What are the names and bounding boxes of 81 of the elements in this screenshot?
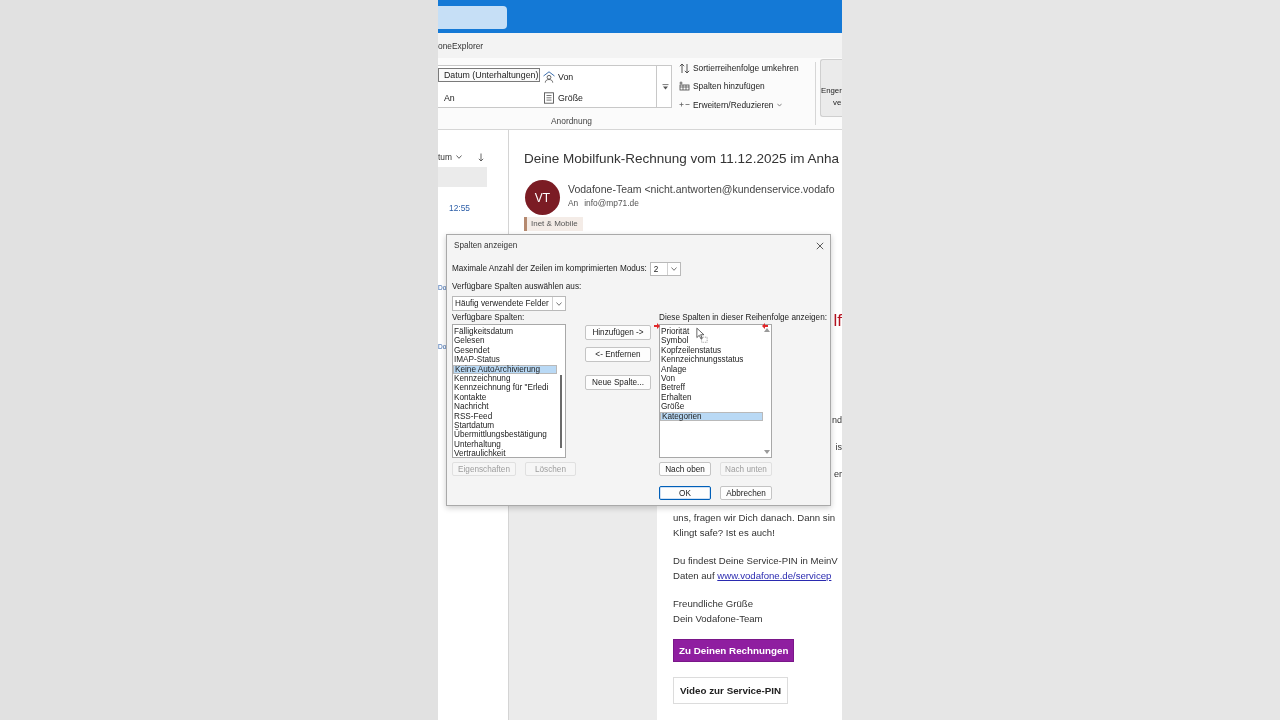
- gallery-item[interactable]: Von: [540, 68, 656, 86]
- list-item[interactable]: RSS-Feed: [453, 411, 557, 421]
- body-text-fragment: er: [834, 468, 842, 481]
- add-column-icon: [679, 81, 690, 92]
- email-action-button[interactable]: Zu Deinen Rechnungen: [673, 639, 795, 662]
- scroll-up-icon[interactable]: [764, 328, 770, 332]
- list-item[interactable]: IMAP-Status: [453, 355, 557, 365]
- list-item[interactable]: Übermittlungsbestätigung: [453, 430, 557, 440]
- dialog-title: Spalten anzeigen: [454, 241, 518, 250]
- ribbon-tab[interactable]: oneExplorer: [438, 40, 484, 51]
- service-pin-link[interactable]: www.vodafone.de/servicep: [717, 569, 832, 581]
- available-columns-label: Verfügbare Spalten:: [452, 313, 525, 323]
- list-item[interactable]: Priorität: [660, 327, 763, 337]
- list-item[interactable]: Kennzeichnung für "Erledi: [453, 383, 557, 393]
- dialog-button[interactable]: Neue Spalte...: [585, 375, 651, 390]
- list-item[interactable]: Größe: [660, 402, 763, 412]
- dialog-button[interactable]: OK: [659, 486, 711, 500]
- body-paragraph: Freundliche Grüße Dein Vodafone-Team: [673, 596, 763, 626]
- gallery-item[interactable]: Datum (Unterhaltungen): [438, 68, 540, 82]
- email-action-button[interactable]: Video zur Service-PIN: [673, 677, 789, 704]
- list-item[interactable]: Gelesen: [453, 336, 557, 346]
- list-item[interactable]: Kontakte: [453, 392, 557, 403]
- list-item[interactable]: Keine AutoArchivierung: [453, 364, 557, 374]
- message-subject: Deine Mobilfunk-Rechnung vom 11.12.2025 im Anha: [524, 151, 839, 167]
- gallery-item[interactable]: An: [438, 89, 540, 107]
- dialog-button[interactable]: <- Entfernen: [585, 347, 651, 362]
- search-field[interactable]: [438, 6, 507, 29]
- ribbon-group-label: Anordnung: [551, 115, 592, 128]
- field-source-dropdown[interactable]: Häufig verwendete Felder: [452, 296, 566, 311]
- body-paragraph: uns, fragen wir Dich danach. Dann sin Klingt safe? Ist es auch!: [673, 510, 836, 540]
- contact-icon: [543, 71, 555, 83]
- heading-text-fragment: lf: [833, 311, 842, 331]
- list-item[interactable]: Fälligkeitsdatum: [453, 327, 557, 337]
- list-item[interactable]: Kennzeichnungsstatus: [660, 355, 763, 365]
- scrollbar-thumb[interactable]: [560, 375, 562, 448]
- list-item[interactable]: Anlage: [660, 364, 763, 374]
- recipient-label: An: [568, 197, 579, 209]
- sort-direction-icon[interactable]: [477, 152, 484, 162]
- list-item[interactable]: Von: [660, 373, 763, 384]
- max-rows-label: Maximale Anzahl der Zeilen im komprimierten Modus:: [452, 264, 647, 274]
- category-tag: Inet & Mobile: [524, 217, 583, 231]
- shown-columns-label: Diese Spalten in dieser Reihenfolge anzeigen:: [659, 313, 827, 323]
- close-icon[interactable]: [816, 241, 824, 250]
- max-rows-dropdown[interactable]: 2: [649, 262, 681, 276]
- field-source-label: Verfügbare Spalten auswählen aus:: [452, 282, 582, 292]
- body-text-fragment: nd: [832, 414, 842, 427]
- body-paragraph: Du findest Deine Service-PIN in MeinV Daten auf www.vodafone.de/servicep: [673, 553, 838, 583]
- sort-arrows-icon: [679, 62, 690, 74]
- insertion-marker-icon: [654, 323, 660, 329]
- insertion-marker-icon: [762, 323, 768, 329]
- ribbon-command[interactable]: Sortierreihenfolge umkehren: [679, 59, 812, 78]
- caret-icon[interactable]: [455, 155, 462, 159]
- list-item[interactable]: Unterhaltung: [453, 439, 557, 450]
- dialog-button[interactable]: Nach oben: [659, 462, 711, 476]
- list-item[interactable]: Betreff: [660, 383, 763, 393]
- drag-cursor-icon: [696, 327, 708, 343]
- list-item[interactable]: Kennzeichnung: [453, 373, 557, 384]
- dialog-button[interactable]: Abbrechen: [720, 486, 772, 500]
- recipient-address: info@mp71.de: [584, 197, 639, 209]
- ribbon-command[interactable]: Spalten hinzufügen: [679, 77, 812, 96]
- gallery-more-icon: [661, 83, 669, 90]
- gallery-item[interactable]: Größe: [540, 89, 656, 107]
- caret-icon: [670, 267, 677, 271]
- list-document-icon: [543, 92, 555, 104]
- caret-icon: [556, 301, 562, 306]
- sender-avatar: VT: [525, 180, 560, 215]
- list-item[interactable]: Erhalten: [660, 392, 763, 403]
- list-item[interactable]: Vertraulichkeit: [453, 449, 557, 459]
- list-item[interactable]: Symbol: [660, 336, 763, 346]
- sort-field-label[interactable]: tum: [438, 152, 452, 162]
- sender-name: Vodafone-Team <nicht.antworten@kundenservice.vodafo: [568, 183, 835, 195]
- list-item[interactable]: Kategorien: [660, 411, 763, 421]
- list-item[interactable]: Gesendet: [453, 345, 557, 356]
- list-item[interactable]: Kopfzeilenstatus: [660, 345, 763, 356]
- scroll-down-icon[interactable]: [764, 450, 770, 454]
- dialog-button[interactable]: Hinzufügen ->: [585, 325, 651, 340]
- list-item[interactable]: Startdatum: [453, 420, 557, 431]
- list-item[interactable]: Nachricht: [453, 402, 557, 412]
- body-text-fragment: is: [835, 441, 842, 454]
- ribbon-command[interactable]: Erweitern/Reduzieren: [679, 95, 812, 114]
- message-time: 12:55: [449, 203, 470, 213]
